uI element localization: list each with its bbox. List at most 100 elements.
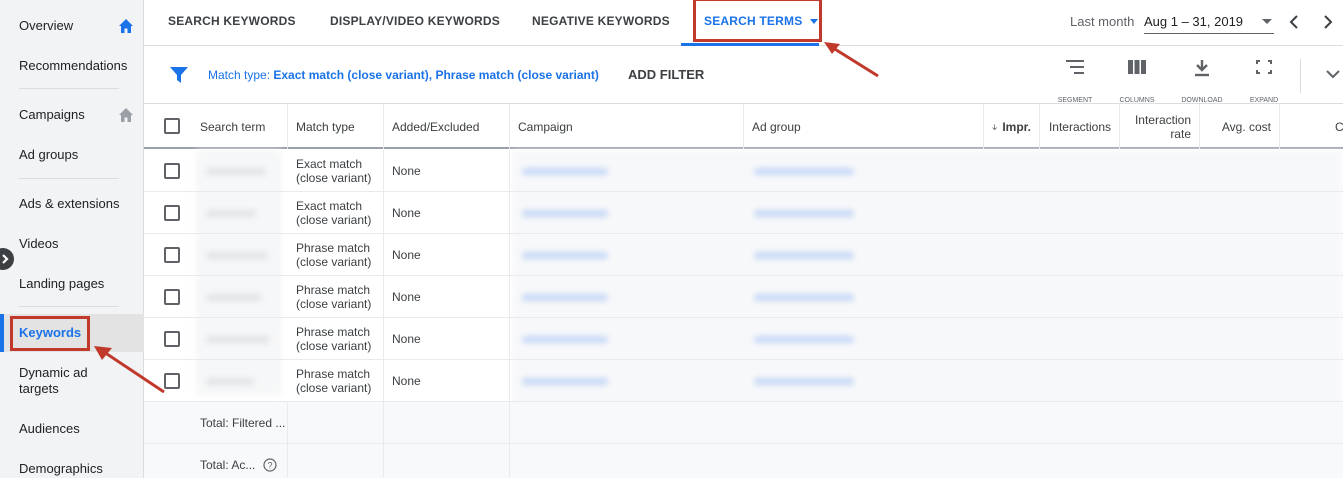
blurred-search-term [206, 210, 256, 217]
select-all-cell [144, 104, 192, 149]
columns-icon [1128, 60, 1146, 74]
segment-button[interactable]: SEGMENT [1050, 59, 1100, 104]
sort-down-arrow-icon [992, 123, 998, 130]
segment-icon [1066, 60, 1084, 74]
tab-display-video-keywords[interactable]: DISPLAY/VIDEO KEYWORDS [330, 14, 500, 28]
row-checkbox[interactable] [164, 163, 180, 179]
column-header-interaction-rate[interactable]: Interaction rate [1120, 104, 1200, 149]
added-excluded-cell: None [384, 234, 510, 276]
empty-cell [288, 444, 384, 478]
blurred-ad-group-link [754, 252, 854, 259]
nav-label: Overview [19, 18, 74, 33]
blurred-campaign-link [522, 336, 608, 343]
empty-cell [384, 444, 510, 478]
added-excluded-cell: None [384, 150, 510, 192]
blurred-search-term [206, 252, 268, 259]
blurred-campaign-link [522, 168, 608, 175]
nav-item-landing-pages[interactable]: Landing pages [0, 276, 144, 292]
nav-item-recommendations[interactable]: Recommendations [0, 58, 144, 74]
collapse-nav-button[interactable] [0, 248, 14, 270]
tab-search-keywords[interactable]: SEARCH KEYWORDS [168, 14, 296, 28]
table-row[interactable]: Phrase match (close variant) None [144, 234, 1343, 276]
filter-bar: Match type: Exact match (close variant),… [144, 47, 1343, 104]
blurred-search-term [206, 336, 270, 343]
chevron-down-icon[interactable] [1326, 69, 1340, 79]
nav-item-audiences[interactable]: Audiences [0, 421, 144, 437]
match-type-cell: Exact match (close variant) [288, 150, 384, 192]
expand-button[interactable]: EXPAND [1239, 59, 1289, 104]
download-button[interactable]: DOWNLOAD [1177, 59, 1227, 104]
left-nav: Overview Recommendations Campaigns Ad gr… [0, 0, 144, 478]
highlight-callout-box [10, 316, 90, 351]
column-header-campaign[interactable]: Campaign [510, 104, 744, 149]
table-row[interactable]: Phrase match (close variant) None [144, 318, 1343, 360]
total-row-account: Total: Ac... ? [144, 444, 1343, 478]
table-row[interactable]: Exact match (close variant) None [144, 150, 1343, 192]
chevron-right-icon[interactable] [1321, 14, 1335, 30]
row-checkbox[interactable] [164, 289, 180, 305]
column-header-avg-cost[interactable]: Avg. cost [1200, 104, 1280, 149]
table-row[interactable]: Exact match (close variant) None [144, 192, 1343, 234]
blurred-ad-group-link [754, 210, 854, 217]
nav-label: Ads & extensions [19, 196, 120, 211]
blurred-search-term [206, 378, 254, 385]
download-label: DOWNLOAD [1181, 97, 1223, 104]
nav-divider [19, 88, 119, 89]
active-indicator [0, 314, 4, 352]
blurred-ad-group-link [754, 336, 854, 343]
toolbar-divider [1300, 59, 1301, 93]
column-header-ad-group[interactable]: Ad group [744, 104, 984, 149]
column-header-search-term[interactable]: Search term [192, 104, 288, 149]
add-filter-button[interactable]: ADD FILTER [628, 67, 704, 82]
date-range-picker[interactable]: Aug 1 – 31, 2019 [1144, 12, 1274, 34]
impressions-label: Impr. [1002, 119, 1031, 134]
nav-divider [19, 306, 119, 307]
row-checkbox[interactable] [164, 205, 180, 221]
column-header-cost[interactable]: Co [1280, 104, 1343, 149]
nav-label: Dynamic ad targets [19, 365, 88, 396]
added-excluded-cell: None [384, 192, 510, 234]
segment-label: SEGMENT [1057, 97, 1093, 104]
nav-item-campaigns[interactable]: Campaigns [0, 107, 144, 123]
nav-item-ads-extensions[interactable]: Ads & extensions [0, 196, 144, 212]
filter-prefix: Match type: [208, 68, 274, 82]
column-header-added-excluded[interactable]: Added/Excluded [384, 104, 510, 149]
nav-item-ad-groups[interactable]: Ad groups [0, 147, 144, 163]
blurred-search-term [206, 294, 262, 301]
chevron-right-icon [2, 254, 9, 264]
date-range-value: Aug 1 – 31, 2019 [1144, 14, 1244, 29]
match-type-cell: Phrase match (close variant) [288, 360, 384, 402]
blurred-search-term [206, 168, 266, 175]
column-header-interactions[interactable]: Interactions [1040, 104, 1120, 149]
table-row[interactable]: Phrase match (close variant) None [144, 360, 1343, 402]
nav-item-videos[interactable]: Videos [0, 236, 144, 252]
column-header-impressions[interactable]: Impr. [984, 104, 1040, 149]
total-row-filtered: Total: Filtered ... [144, 402, 1343, 444]
empty-cell [384, 402, 510, 444]
table-row[interactable]: Phrase match (close variant) None [144, 276, 1343, 318]
column-header-match-type[interactable]: Match type [288, 104, 384, 149]
match-type-cell: Phrase match (close variant) [288, 318, 384, 360]
callout-arrow-icon [94, 346, 165, 394]
nav-item-overview[interactable]: Overview [0, 18, 144, 34]
filter-icon[interactable] [170, 67, 188, 83]
svg-text:?: ? [268, 461, 273, 471]
columns-label: COLUMNS [1119, 97, 1155, 104]
nav-item-demographics[interactable]: Demographics [0, 461, 144, 477]
empty-cell [288, 402, 384, 444]
help-icon[interactable]: ? [263, 458, 277, 472]
chevron-left-icon[interactable] [1287, 14, 1301, 30]
added-excluded-cell: None [384, 318, 510, 360]
fullscreen-icon [1256, 60, 1272, 74]
active-tab-underline [681, 43, 819, 46]
tab-negative-keywords[interactable]: NEGATIVE KEYWORDS [532, 14, 670, 28]
select-all-checkbox[interactable] [164, 118, 180, 134]
active-filter-chip[interactable]: Match type: Exact match (close variant),… [208, 68, 599, 82]
columns-button[interactable]: COLUMNS [1112, 59, 1162, 104]
nav-label: Recommendations [19, 58, 128, 73]
home-icon [119, 19, 133, 33]
row-checkbox[interactable] [164, 247, 180, 263]
total-label: Total: Filtered ... [192, 402, 288, 444]
blurred-ad-group-link [754, 168, 854, 175]
nav-divider [19, 178, 119, 179]
